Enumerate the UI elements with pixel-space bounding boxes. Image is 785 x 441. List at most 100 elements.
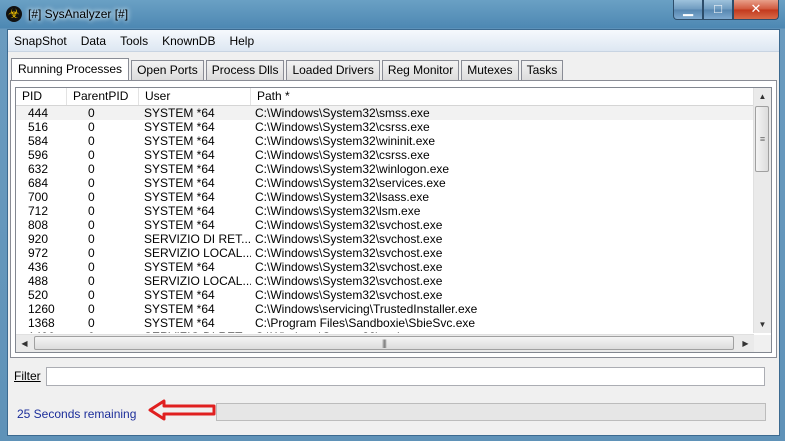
column-header-parentpid[interactable]: ParentPID [67, 88, 139, 105]
cell-user: SYSTEM *64 [144, 316, 215, 330]
table-row[interactable]: 488 0 SERVIZIO LOCAL... C:\Windows\System32… [16, 274, 756, 288]
tab-tasks[interactable]: Tasks [520, 60, 564, 80]
cell-pid: 520 [28, 288, 49, 302]
table-row[interactable]: 920 0 SERVIZIO DI RET... C:\Windows\System3… [16, 232, 756, 246]
cell-parentpid: 0 [88, 176, 95, 190]
tab-loaded-drivers[interactable]: Loaded Drivers [286, 60, 380, 80]
cell-parentpid: 0 [88, 120, 95, 134]
menu-data[interactable]: Data [74, 34, 113, 48]
table-row[interactable]: 444 0 SYSTEM *64 C:\Windows\System32\smss.e… [16, 106, 756, 120]
cell-user: SYSTEM *64 [144, 190, 215, 204]
tab-reg-monitor[interactable]: Reg Monitor [381, 60, 460, 80]
cell-parentpid: 0 [88, 204, 95, 218]
table-row[interactable]: 684 0 SYSTEM *64 C:\Windows\System32\servic… [16, 176, 756, 190]
cell-user: SERVIZIO DI RET... [144, 232, 251, 246]
cell-pid: 1260 [28, 302, 55, 316]
cell-parentpid: 0 [88, 134, 95, 148]
horizontal-scrollbar[interactable]: ◀ ||| ▶ [16, 334, 754, 352]
cell-pid: 444 [28, 106, 49, 120]
maximize-button[interactable]: □ [703, 0, 733, 20]
scroll-right-icon[interactable]: ▶ [737, 335, 754, 352]
tab-panel: PID ParentPID User Path * 444 0 SYSTEM *64… [10, 80, 777, 358]
cell-path: C:\Program Files\Sandboxie\SbieSvc.exe [255, 316, 476, 330]
column-header-path[interactable]: Path * [251, 88, 756, 105]
scroll-down-icon[interactable]: ▼ [754, 316, 771, 333]
cell-path: C:\Windows\System32\services.exe [255, 176, 446, 190]
tab-running-processes[interactable]: Running Processes [11, 58, 130, 80]
table-row[interactable]: 700 0 SYSTEM *64 C:\Windows\System32\lsass.… [16, 190, 756, 204]
menu-knowndb[interactable]: KnownDB [155, 34, 222, 48]
cell-user: SYSTEM *64 [144, 176, 215, 190]
grip-icon: ≡ [759, 134, 765, 144]
tab-strip: Running Processes Open Ports Process Dll… [11, 58, 565, 80]
cell-pid: 596 [28, 148, 49, 162]
menu-help[interactable]: Help [222, 34, 261, 48]
column-header-pid[interactable]: PID [16, 88, 67, 105]
cell-pid: 436 [28, 260, 49, 274]
cell-parentpid: 0 [88, 302, 95, 316]
table-row[interactable]: 1368 0 SYSTEM *64 C:\Program Files\Sandboxi… [16, 316, 756, 330]
scroll-left-icon[interactable]: ◀ [16, 335, 33, 352]
menu-snapshot[interactable]: SnapShot [8, 34, 74, 48]
cell-parentpid: 0 [88, 106, 95, 120]
cell-path: C:\Windows\System32\lsm.exe [255, 204, 421, 218]
minimize-button[interactable]: ▁ [673, 0, 703, 20]
cell-pid: 632 [28, 162, 49, 176]
table-row[interactable]: 712 0 SYSTEM *64 C:\Windows\System32\lsm.ex… [16, 204, 756, 218]
filter-input[interactable] [46, 367, 765, 386]
horizontal-scroll-thumb[interactable]: ||| [34, 336, 734, 350]
cell-user: SYSTEM *64 [144, 120, 215, 134]
cell-parentpid: 0 [67, 330, 139, 333]
table-row[interactable]: 808 0 SYSTEM *64 C:\Windows\System32\svchos… [16, 218, 756, 232]
cell-path: C:\Windows\System32\lsass.exe [255, 190, 430, 204]
tab-open-ports[interactable]: Open Ports [131, 60, 204, 80]
client-area: SnapShot Data Tools KnownDB Help Running… [7, 29, 780, 436]
cell-pid: 488 [28, 274, 49, 288]
cell-path: C:\Windows\System32\svchost.exe [255, 274, 443, 288]
table-row[interactable]: 632 0 SYSTEM *64 C:\Windows\System32\winlog… [16, 162, 756, 176]
menu-tools[interactable]: Tools [113, 34, 155, 48]
cell-path: C:\Windows\System32\wininit.exe [255, 134, 436, 148]
scroll-up-icon[interactable]: ▲ [754, 88, 771, 105]
tab-process-dlls[interactable]: Process Dlls [205, 60, 285, 80]
table-row[interactable]: 584 0 SYSTEM *64 C:\Windows\System32\winini… [16, 134, 756, 148]
cell-pid: 920 [28, 232, 49, 246]
cell-pid: 808 [28, 218, 49, 232]
cell-parentpid: 0 [88, 190, 95, 204]
table-row[interactable]: 436 0 SYSTEM *64 C:\Windows\System32\svchos… [16, 260, 756, 274]
table-row[interactable]: 972 0 SERVIZIO LOCAL... C:\Windows\System32… [16, 246, 756, 260]
cell-path: C:\Windows\System32\svchost.exe [255, 260, 443, 274]
cell-parentpid: 0 [88, 246, 95, 260]
cell-pid: 584 [28, 134, 49, 148]
cell-parentpid: 0 [88, 218, 95, 232]
cell-pid: 684 [28, 176, 49, 190]
column-header-user[interactable]: User [139, 88, 251, 105]
cell-path: C:\Windows\System32\svchost.exe [255, 246, 443, 260]
biohazard-icon: ☣ [6, 6, 22, 22]
app-window: ☣ [#] SysAnalyzer [#] ▁ □ ✕ SnapShot Dat… [0, 0, 785, 441]
vertical-scrollbar[interactable]: ▲ ≡ ▼ [753, 88, 771, 333]
title-bar[interactable]: ☣ [#] SysAnalyzer [#] ▁ □ ✕ [0, 0, 785, 28]
table-row[interactable]: 520 0 SYSTEM *64 C:\Windows\System32\svchos… [16, 288, 756, 302]
annotation-arrow-icon [148, 399, 216, 421]
cell-path: C:\Windows\System32\csrss.exe [255, 120, 430, 134]
cell-user: SYSTEM *64 [144, 260, 215, 274]
vertical-scroll-thumb[interactable]: ≡ [755, 106, 769, 172]
cell-path: C:\Windows\System32\svchost.exe [255, 288, 443, 302]
cell-path: C:\Windows\System32\svchost.exe [255, 232, 443, 246]
scrollbar-corner [754, 335, 771, 352]
table-row[interactable]: 596 0 SYSTEM *64 C:\Windows\System32\csrss.… [16, 148, 756, 162]
close-button[interactable]: ✕ [733, 0, 779, 20]
cell-pid: 700 [28, 190, 49, 204]
cell-user: SYSTEM *64 [144, 204, 215, 218]
table-row[interactable]: 14960SERVIZIO DI RET...C:\Windows\System… [16, 330, 756, 333]
countdown-progress-bar [216, 403, 766, 421]
cell-user: SERVIZIO LOCAL... [144, 274, 251, 288]
tab-mutexes[interactable]: Mutexes [461, 60, 519, 80]
table-row[interactable]: 516 0 SYSTEM *64 C:\Windows\System32\csrss.… [16, 120, 756, 134]
table-row[interactable]: 1260 0 SYSTEM *64 C:\Windows\servicing\Trus… [16, 302, 756, 316]
cell-path: C:\Windows\System32\svchost.exe [251, 330, 756, 333]
list-body: 444 0 SYSTEM *64 C:\Windows\System32\smss.e… [16, 106, 756, 333]
cell-path: C:\Windows\servicing\TrustedInstaller.ex… [255, 302, 478, 316]
cell-user: SERVIZIO DI RET... [139, 330, 251, 333]
